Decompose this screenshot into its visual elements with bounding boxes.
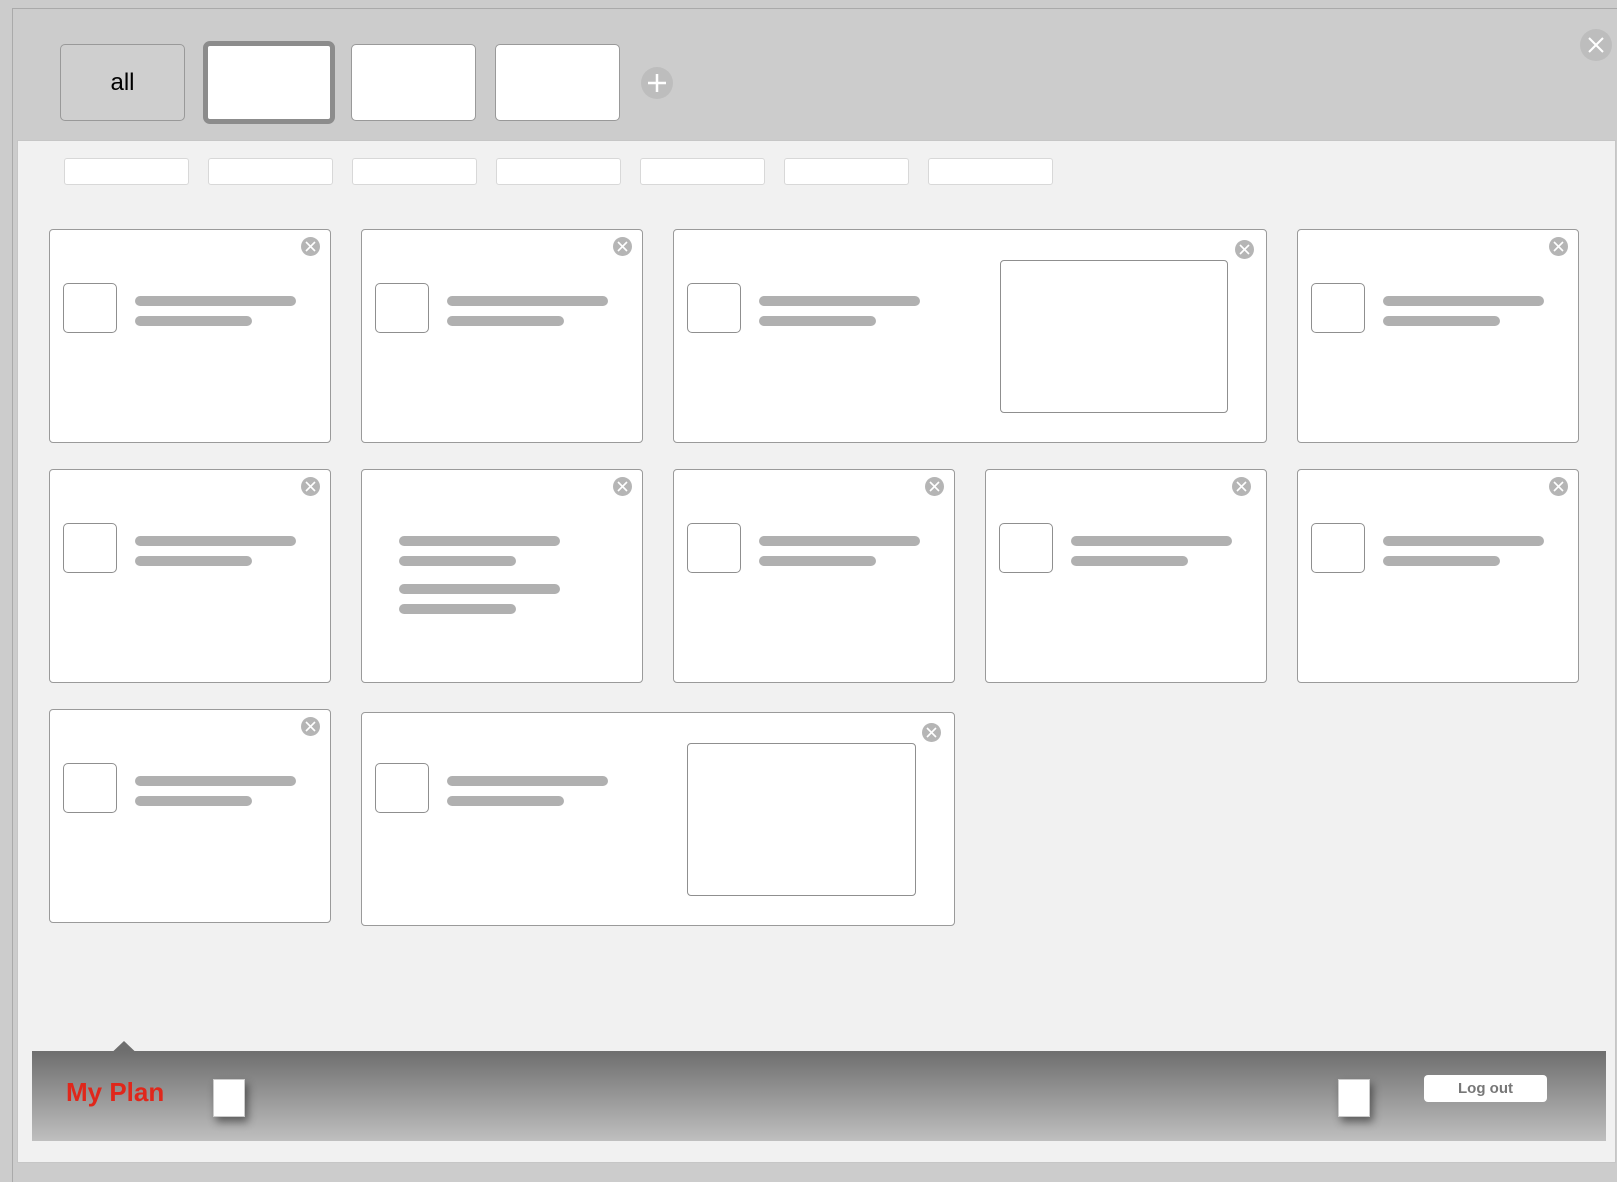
card-thumbnail [999, 523, 1053, 573]
widget-card[interactable] [1297, 469, 1579, 683]
filter-chip-2[interactable] [208, 158, 333, 185]
remove-card-button[interactable] [922, 723, 941, 742]
text-placeholder [135, 796, 252, 806]
card-thumbnail [1311, 523, 1365, 573]
wide-widget-card[interactable] [673, 229, 1267, 443]
plus-icon [648, 74, 666, 92]
card-thumbnail [687, 283, 741, 333]
close-icon [1588, 37, 1604, 53]
remove-card-button[interactable] [301, 477, 320, 496]
card-thumbnail [63, 283, 117, 333]
filter-chip-3[interactable] [352, 158, 477, 185]
card-thumbnail [63, 523, 117, 573]
app-window: all My Plan Log out [12, 8, 1617, 1182]
tab-4[interactable] [495, 44, 620, 121]
text-placeholder [447, 776, 608, 786]
text-placeholder [399, 584, 560, 594]
text-placeholder [135, 316, 252, 326]
close-icon [929, 481, 940, 492]
remove-card-button[interactable] [613, 237, 632, 256]
text-placeholder [1383, 536, 1544, 546]
text-widget-card[interactable] [361, 469, 643, 683]
remove-card-button[interactable] [613, 477, 632, 496]
filter-chip-4[interactable] [496, 158, 621, 185]
text-placeholder [1071, 536, 1232, 546]
card-preview-image [1000, 260, 1228, 413]
close-icon [1239, 244, 1250, 255]
text-placeholder [759, 296, 920, 306]
close-icon [926, 727, 937, 738]
close-icon [1236, 481, 1247, 492]
remove-card-button[interactable] [301, 717, 320, 736]
text-placeholder [447, 316, 564, 326]
close-icon [1553, 481, 1564, 492]
close-icon [617, 241, 628, 252]
close-window-button[interactable] [1580, 29, 1612, 61]
close-icon [305, 241, 316, 252]
footer-card-handle[interactable] [213, 1079, 245, 1117]
remove-card-button[interactable] [1549, 477, 1568, 496]
widget-card[interactable] [49, 229, 331, 443]
remove-card-button[interactable] [1549, 237, 1568, 256]
filter-chip-5[interactable] [640, 158, 765, 185]
text-placeholder [135, 556, 252, 566]
main-content [17, 140, 1616, 1163]
text-placeholder [1383, 296, 1544, 306]
text-placeholder [135, 536, 296, 546]
text-placeholder [399, 604, 516, 614]
widget-card[interactable] [361, 229, 643, 443]
text-placeholder [759, 316, 876, 326]
widget-card[interactable] [673, 469, 955, 683]
plan-title: My Plan [66, 1077, 165, 1107]
text-placeholder [1383, 556, 1500, 566]
text-placeholder [399, 556, 516, 566]
footer-card-handle[interactable] [1338, 1079, 1370, 1117]
tab-bar: all [13, 9, 1617, 141]
remove-card-button[interactable] [925, 477, 944, 496]
text-placeholder [447, 796, 564, 806]
tab-3[interactable] [351, 44, 476, 121]
widget-card[interactable] [49, 469, 331, 683]
remove-card-button[interactable] [1235, 240, 1254, 259]
add-tab-button[interactable] [641, 67, 673, 99]
card-preview-image [687, 743, 916, 896]
footer-bar: My Plan Log out [32, 1051, 1606, 1141]
card-thumbnail [687, 523, 741, 573]
text-placeholder [447, 296, 608, 306]
text-placeholder [759, 536, 920, 546]
widget-card[interactable] [49, 709, 331, 923]
text-placeholder [399, 536, 560, 546]
close-icon [305, 481, 316, 492]
close-icon [1553, 241, 1564, 252]
filter-chip-1[interactable] [64, 158, 189, 185]
close-icon [617, 481, 628, 492]
logout-button[interactable]: Log out [1424, 1075, 1547, 1102]
card-thumbnail [375, 283, 429, 333]
text-placeholder [1071, 556, 1188, 566]
tab-all[interactable]: all [60, 44, 185, 121]
filter-chip-6[interactable] [784, 158, 909, 185]
card-thumbnail [375, 763, 429, 813]
text-placeholder [135, 776, 296, 786]
card-thumbnail [63, 763, 117, 813]
remove-card-button[interactable] [1232, 477, 1251, 496]
text-placeholder [759, 556, 876, 566]
filter-chip-7[interactable] [928, 158, 1053, 185]
text-placeholder [135, 296, 296, 306]
tab-active[interactable] [203, 41, 335, 124]
text-placeholder [1383, 316, 1500, 326]
card-thumbnail [1311, 283, 1365, 333]
wide-widget-card[interactable] [361, 712, 955, 926]
remove-card-button[interactable] [301, 237, 320, 256]
widget-card[interactable] [1297, 229, 1579, 443]
widget-card[interactable] [985, 469, 1267, 683]
close-icon [305, 721, 316, 732]
